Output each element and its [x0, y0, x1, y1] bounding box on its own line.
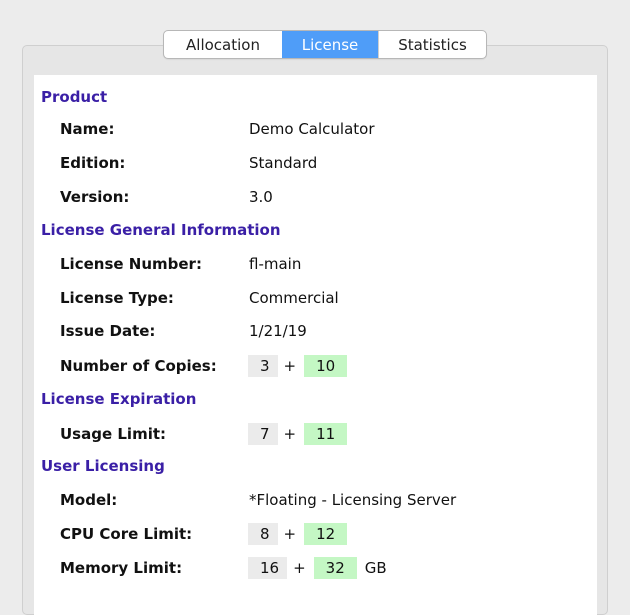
cpu-core-limit-label: CPU Core Limit:: [60, 525, 193, 543]
memory-base-value: 16: [248, 557, 288, 579]
copies-plus: +: [283, 357, 297, 375]
issue-date-label: Issue Date:: [60, 322, 156, 340]
model-value: *Floating - Licensing Server: [249, 491, 457, 509]
version-label: Version:: [60, 188, 130, 206]
memory-limit-value: 16 + 32 GB: [248, 557, 387, 579]
edition-value: Standard: [249, 154, 318, 172]
section-general-heading: License General Information: [41, 221, 281, 239]
model-label: Model:: [60, 491, 118, 509]
copies-value: 3 + 10: [248, 355, 348, 377]
edition-label: Edition:: [60, 154, 126, 172]
license-number-value: fl-main: [249, 255, 302, 273]
usage-plus: +: [283, 425, 297, 443]
cpu-base-value: 8: [248, 523, 278, 545]
tab-license[interactable]: License: [282, 31, 378, 58]
usage-extra-value: 11: [304, 423, 348, 445]
memory-limit-label: Memory Limit:: [60, 559, 183, 577]
cpu-core-limit-value: 8 + 12: [248, 523, 348, 545]
name-value: Demo Calculator: [249, 120, 375, 138]
memory-unit: GB: [364, 559, 387, 577]
copies-label: Number of Copies:: [60, 357, 217, 375]
version-value: 3.0: [249, 188, 273, 206]
copies-extra-value: 10: [304, 355, 348, 377]
memory-extra-value: 32: [313, 557, 357, 579]
license-number-label: License Number:: [60, 255, 202, 273]
section-user-licensing-heading: User Licensing: [41, 457, 165, 475]
cpu-extra-value: 12: [304, 523, 348, 545]
section-product-heading: Product: [41, 88, 108, 106]
usage-limit-value: 7 + 11: [248, 423, 348, 445]
license-type-label: License Type:: [60, 289, 174, 307]
memory-plus: +: [293, 559, 306, 577]
tab-allocation[interactable]: Allocation: [164, 31, 282, 58]
cpu-plus: +: [283, 525, 297, 543]
license-type-value: Commercial: [249, 289, 339, 307]
issue-date-value: 1/21/19: [249, 322, 307, 340]
copies-base-value: 3: [248, 355, 278, 377]
usage-base-value: 7: [248, 423, 278, 445]
tab-bar: Allocation License Statistics: [163, 30, 487, 59]
section-expiration-heading: License Expiration: [41, 390, 197, 408]
usage-limit-label: Usage Limit:: [60, 425, 167, 443]
name-label: Name:: [60, 120, 115, 138]
tab-statistics[interactable]: Statistics: [378, 31, 486, 58]
